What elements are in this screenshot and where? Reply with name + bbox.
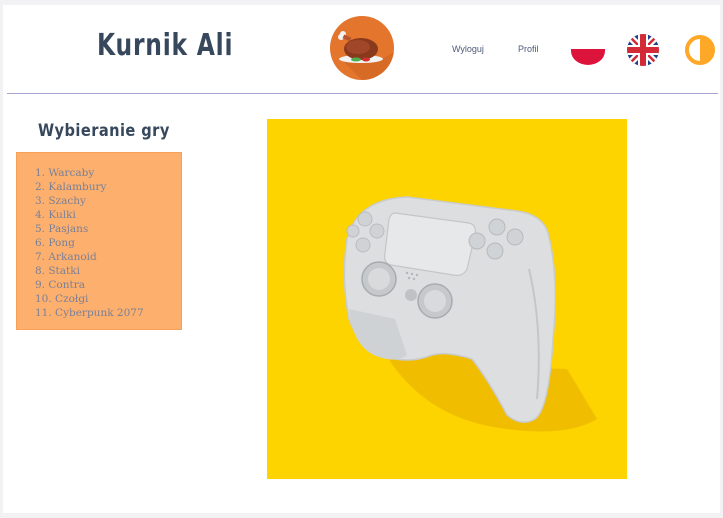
roast-chicken-icon[interactable]: [330, 16, 394, 80]
contrast-toggle-icon[interactable]: [684, 34, 716, 66]
game-list-panel: 1. Warcaby 2. Kalambury 3. Szachy 4. Kul…: [16, 152, 182, 330]
poland-flag-icon[interactable]: [571, 35, 605, 65]
game-item-cyberpunk[interactable]: 11. Cyberpunk 2077: [35, 306, 181, 320]
header-divider: [7, 93, 718, 94]
logout-link[interactable]: Wyloguj: [452, 44, 484, 54]
header: Kurnik Ali Wyloguj Profil: [3, 5, 720, 95]
game-item-czolgi[interactable]: 10. Czołgi: [35, 292, 181, 306]
uk-flag-icon[interactable]: [626, 33, 660, 67]
game-list: 1. Warcaby 2. Kalambury 3. Szachy 4. Kul…: [17, 153, 181, 320]
game-item-kalambury[interactable]: 2. Kalambury: [35, 180, 181, 194]
game-item-pong[interactable]: 6. Pong: [35, 236, 181, 250]
profile-link[interactable]: Profil: [518, 44, 539, 54]
game-item-szachy[interactable]: 3. Szachy: [35, 194, 181, 208]
game-controller-image: [267, 119, 627, 479]
page: Kurnik Ali Wyloguj Profil Wybieranie gry…: [3, 5, 720, 513]
game-item-pasjans[interactable]: 5. Pasjans: [35, 222, 181, 236]
game-selection-heading: Wybieranie gry: [38, 121, 170, 141]
site-title[interactable]: Kurnik Ali: [97, 28, 233, 63]
game-item-statki[interactable]: 8. Statki: [35, 264, 181, 278]
game-item-contra[interactable]: 9. Contra: [35, 278, 181, 292]
game-item-arkanoid[interactable]: 7. Arkanoid: [35, 250, 181, 264]
game-item-warcaby[interactable]: 1. Warcaby: [35, 166, 181, 180]
game-item-kulki[interactable]: 4. Kulki: [35, 208, 181, 222]
